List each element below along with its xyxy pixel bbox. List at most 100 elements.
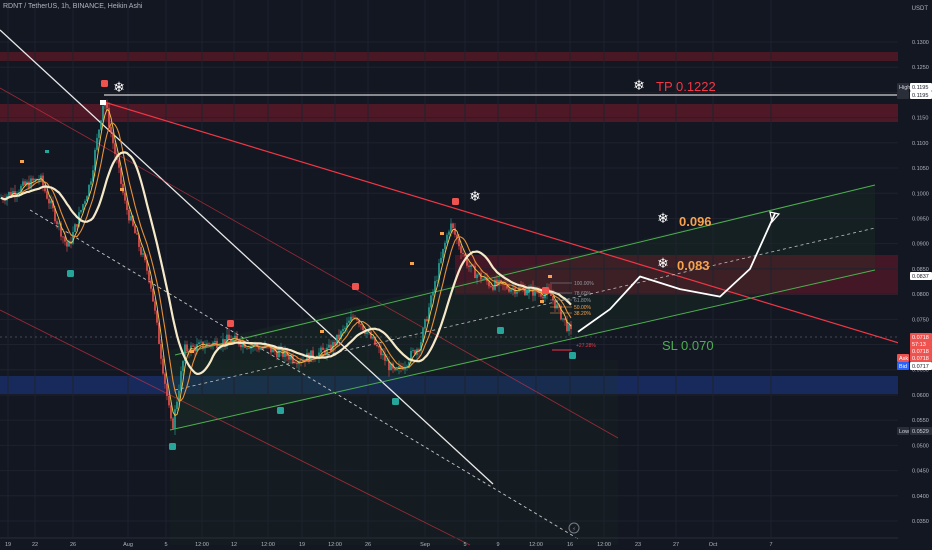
sell-signal-marker: [227, 320, 234, 327]
time-tick-label: 5: [164, 542, 167, 548]
sell-signal-marker: [352, 283, 359, 290]
flag-icon: [548, 275, 552, 278]
candle-body: [124, 192, 126, 201]
candle-body: [396, 369, 398, 371]
candle-body: [294, 361, 296, 363]
buy-signal-marker: [569, 352, 576, 359]
candle-body: [24, 181, 26, 186]
price-axis[interactable]: 0.13000.12500.12000.11500.11000.10500.10…: [897, 0, 932, 550]
candle-body: [322, 347, 324, 351]
snowflake-icon: ❄: [113, 80, 125, 96]
candle-body: [164, 373, 166, 384]
time-tick-label: 19: [299, 542, 305, 548]
time-tick-label: 12:00: [195, 542, 209, 548]
candle-body: [542, 296, 544, 299]
candle-body: [22, 181, 24, 186]
snowflake-icon: ❄: [633, 78, 645, 94]
candle-body: [490, 286, 492, 288]
price-tick-label: 0.0900: [912, 242, 929, 248]
candle-body: [110, 126, 112, 133]
candle-body: [100, 120, 102, 130]
flag-icon: [20, 160, 24, 163]
candle-body: [130, 216, 132, 221]
flag-icon: [410, 262, 414, 265]
candle-body: [82, 204, 84, 211]
candle-body: [470, 264, 472, 267]
candle-body: [386, 360, 388, 362]
time-tick-label: 22: [32, 542, 38, 548]
price-tick-label: 0.0750: [912, 317, 929, 323]
buy-signal-marker: [67, 270, 74, 277]
price-chart[interactable]: ❄❄❄❄❄ 0.13000.12500.12000.11500.11000.10…: [0, 0, 932, 550]
flag-icon: [120, 188, 124, 191]
ask-label: Ask: [899, 356, 908, 362]
high-label: High: [899, 85, 910, 91]
candle-body: [154, 301, 156, 311]
snowflake-icon: ❄: [469, 189, 481, 205]
candle-body: [556, 304, 558, 309]
candle-body: [148, 270, 150, 281]
high-price-badge: 0.1195: [912, 93, 928, 99]
candle-body: [56, 221, 58, 225]
candle-body: [440, 257, 442, 264]
candle-body: [370, 331, 372, 339]
fib-label: 100.00%: [574, 281, 594, 287]
candle-body: [468, 265, 470, 267]
price-tick-label: 0.1050: [912, 166, 929, 172]
candle-body: [342, 328, 344, 332]
candle-body: [198, 342, 200, 345]
candle-body: [62, 236, 64, 238]
time-tick-label: 16: [567, 542, 573, 548]
low-label: Low: [899, 429, 909, 435]
candle-body: [448, 231, 450, 235]
candle-body: [460, 246, 462, 253]
candle-body: [80, 210, 82, 213]
candle-body: [344, 327, 346, 329]
candle-body: [372, 336, 374, 339]
candle-body: [228, 334, 230, 339]
time-tick-label: 26: [70, 542, 76, 548]
t1-label: 0.096: [679, 214, 712, 229]
price-tick-label: 0.1300: [912, 40, 929, 46]
candle-body: [106, 103, 108, 109]
time-tick-label: 12:00: [328, 542, 342, 548]
candle-body: [96, 137, 98, 150]
fib-label: 61.80%: [574, 298, 592, 304]
candle-body: [74, 224, 76, 233]
candle-body: [328, 344, 330, 348]
candle-body: [450, 223, 452, 232]
candle-body: [562, 318, 564, 320]
time-tick-label: 9: [496, 542, 499, 548]
time-tick-label: 26: [365, 542, 371, 548]
price-tick-label: 0.0950: [912, 216, 929, 222]
buy-signal-marker: [277, 407, 284, 414]
candle-body: [126, 200, 128, 211]
candle-body: [430, 295, 432, 308]
time-tick-label: 27: [673, 542, 679, 548]
flag-icon: [540, 300, 544, 303]
candle-body: [568, 324, 570, 332]
time-tick-label: 12:00: [261, 542, 275, 548]
candle-body: [350, 316, 352, 321]
time-tick-label: 12: [231, 542, 237, 548]
sell-signal-marker: [542, 287, 549, 294]
sell-signal-marker: [101, 80, 108, 87]
candle-body: [172, 418, 174, 429]
candle-body: [426, 319, 428, 322]
candle-body: [136, 233, 138, 235]
candle-body: [552, 295, 554, 301]
candle-body: [76, 224, 78, 227]
resistance-zone-high: [0, 104, 898, 122]
fib-label: 38.20%: [574, 311, 592, 317]
lightning-glyph: ⚡: [572, 526, 576, 533]
candle-body: [544, 293, 546, 299]
candle-body: [432, 291, 434, 296]
axis-currency: USDT: [911, 6, 928, 12]
candle-body: [168, 395, 170, 406]
candle-body: [382, 353, 384, 356]
candle-body: [208, 343, 210, 345]
candle-body: [320, 347, 322, 353]
price-tick-label: 0.0400: [912, 494, 929, 500]
candle-body: [246, 347, 248, 349]
snowflake-icon: ❄: [657, 256, 669, 272]
